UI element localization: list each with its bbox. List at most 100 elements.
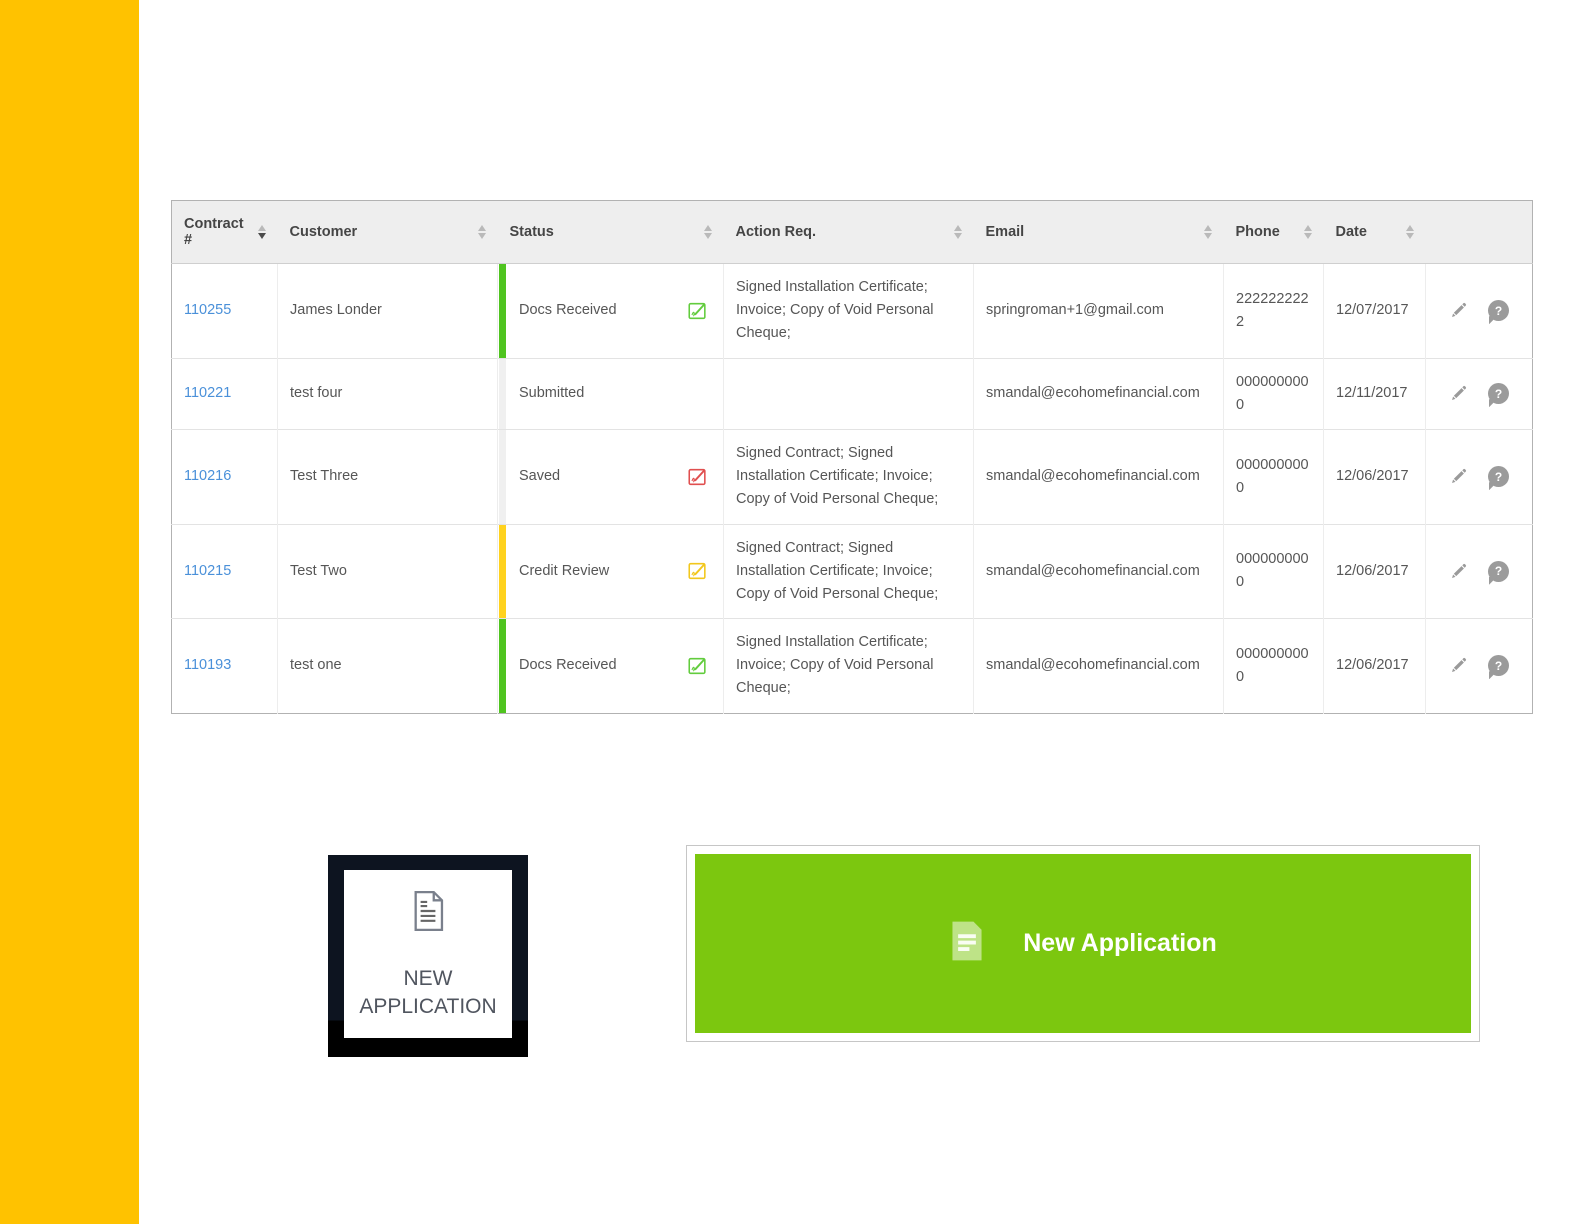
status-color-bar xyxy=(499,619,506,713)
status-color-bar xyxy=(499,429,506,524)
signature-document-icon xyxy=(686,466,709,488)
column-label: Phone xyxy=(1235,224,1280,240)
table-row: 110255 James Londer Docs Received Signed… xyxy=(171,263,1533,359)
table-row: 110193 test one Docs Received Signed Ins… xyxy=(171,618,1533,714)
table-row: 110215 Test Two Credit Review Signed Con… xyxy=(171,523,1533,619)
status-cell: Docs Received xyxy=(497,618,724,714)
column-header-phone[interactable]: Phone xyxy=(1223,200,1324,264)
status-cell: Submitted xyxy=(497,357,724,430)
status-text: Submitted xyxy=(519,385,585,402)
row-actions-cell: ? xyxy=(1425,263,1533,359)
status-color-bar xyxy=(499,358,506,429)
contract-link[interactable]: 110193 xyxy=(184,657,231,673)
contract-cell: 110255 xyxy=(171,263,278,359)
email-cell: springroman+1@gmail.com xyxy=(973,263,1224,359)
row-actions-cell: ? xyxy=(1425,357,1533,430)
action-req-cell xyxy=(723,357,974,430)
column-header-action-req[interactable]: Action Req. xyxy=(723,200,974,264)
row-actions-cell: ? xyxy=(1425,428,1533,524)
banner-button-label: New Application xyxy=(1023,929,1217,957)
column-header-date[interactable]: Date xyxy=(1323,200,1426,264)
table-row: 110221 test four Submitted smandal@ecoho… xyxy=(171,357,1533,430)
column-label: Customer xyxy=(289,224,358,240)
sidebar xyxy=(0,0,139,1224)
edit-pencil-icon[interactable] xyxy=(1449,562,1468,581)
column-label: Date xyxy=(1335,224,1367,240)
date-cell: 12/06/2017 xyxy=(1323,523,1426,619)
contract-cell: 110221 xyxy=(171,357,278,430)
page: Contract # Customer Status Action Req. E… xyxy=(0,0,1584,1224)
email-cell: smandal@ecohomefinancial.com xyxy=(973,357,1224,430)
help-bubble-icon[interactable]: ? xyxy=(1488,300,1509,322)
edit-pencil-icon[interactable] xyxy=(1449,301,1468,320)
applications-table-container: Contract # Customer Status Action Req. E… xyxy=(171,200,1533,714)
column-label: Email xyxy=(985,224,1025,240)
table-header-row: Contract # Customer Status Action Req. E… xyxy=(171,200,1533,264)
status-cell: Credit Review xyxy=(497,523,724,619)
phone-cell: 0000000000 xyxy=(1223,357,1324,430)
date-cell: 12/06/2017 xyxy=(1323,618,1426,714)
help-bubble-icon[interactable]: ? xyxy=(1488,383,1509,405)
email-cell: smandal@ecohomefinancial.com xyxy=(973,428,1224,524)
help-bubble-icon[interactable]: ? xyxy=(1488,560,1509,582)
phone-cell: 0000000000 xyxy=(1223,523,1324,619)
action-req-cell: Signed Contract; Signed Installation Cer… xyxy=(723,523,974,619)
column-header-actions xyxy=(1425,200,1533,264)
customer-cell: Test Two xyxy=(277,523,498,619)
action-req-cell: Signed Installation Certificate; Invoice… xyxy=(723,263,974,359)
contract-cell: 110216 xyxy=(171,428,278,524)
contract-cell: 110193 xyxy=(171,618,278,714)
status-color-bar xyxy=(499,264,506,358)
help-bubble-icon[interactable]: ? xyxy=(1488,655,1509,677)
phone-cell: 0000000000 xyxy=(1223,618,1324,714)
column-header-status[interactable]: Status xyxy=(497,200,724,264)
status-text: Docs Received xyxy=(519,657,617,674)
sort-icon xyxy=(1203,225,1212,239)
contract-link[interactable]: 110216 xyxy=(184,468,231,484)
help-bubble-icon[interactable]: ? xyxy=(1488,466,1509,488)
status-cell: Saved xyxy=(497,428,724,524)
status-color-bar xyxy=(499,524,506,619)
status-text: Saved xyxy=(519,468,561,485)
signature-document-icon xyxy=(686,655,709,677)
customer-cell: test one xyxy=(277,618,498,714)
email-cell: smandal@ecohomefinancial.com xyxy=(973,523,1224,619)
row-actions-cell: ? xyxy=(1425,523,1533,619)
tile-button-label: NEW APPLICATION xyxy=(359,967,497,1018)
sort-icon xyxy=(1303,225,1312,239)
sort-icon xyxy=(257,225,266,239)
table-row: 110216 Test Three Saved Signed Contract;… xyxy=(171,428,1533,524)
column-label: Contract # xyxy=(184,216,244,248)
status-text: Docs Received xyxy=(519,302,617,319)
customer-cell: test four xyxy=(277,357,498,430)
column-header-customer[interactable]: Customer xyxy=(277,200,498,264)
action-req-cell: Signed Installation Certificate; Invoice… xyxy=(723,618,974,714)
phone-cell: 2222222222 xyxy=(1223,263,1324,359)
sort-icon xyxy=(953,225,962,239)
date-cell: 12/07/2017 xyxy=(1323,263,1426,359)
date-cell: 12/11/2017 xyxy=(1323,357,1426,430)
edit-pencil-icon[interactable] xyxy=(1449,467,1468,486)
applications-table: Contract # Customer Status Action Req. E… xyxy=(171,200,1533,714)
edit-pencil-icon[interactable] xyxy=(1449,656,1468,675)
status-text: Credit Review xyxy=(519,562,610,579)
contract-link[interactable]: 110221 xyxy=(184,385,231,401)
contract-link[interactable]: 110215 xyxy=(184,563,231,579)
new-application-tile-button[interactable]: NEW APPLICATION xyxy=(328,855,528,1057)
column-label: Status xyxy=(509,224,554,240)
document-icon xyxy=(408,888,448,939)
customer-cell: James Londer xyxy=(277,263,498,359)
email-cell: smandal@ecohomefinancial.com xyxy=(973,618,1224,714)
contract-link[interactable]: 110255 xyxy=(184,302,231,318)
column-header-contract[interactable]: Contract # xyxy=(171,200,278,264)
signature-document-icon xyxy=(686,300,709,322)
new-application-banner-button[interactable]: New Application xyxy=(686,845,1480,1042)
column-header-email[interactable]: Email xyxy=(973,200,1224,264)
sort-icon xyxy=(477,225,486,239)
status-cell: Docs Received xyxy=(497,263,724,359)
edit-pencil-icon[interactable] xyxy=(1449,384,1468,403)
customer-cell: Test Three xyxy=(277,428,498,524)
signature-document-icon xyxy=(686,560,709,582)
sort-icon xyxy=(703,225,712,239)
contract-cell: 110215 xyxy=(171,523,278,619)
